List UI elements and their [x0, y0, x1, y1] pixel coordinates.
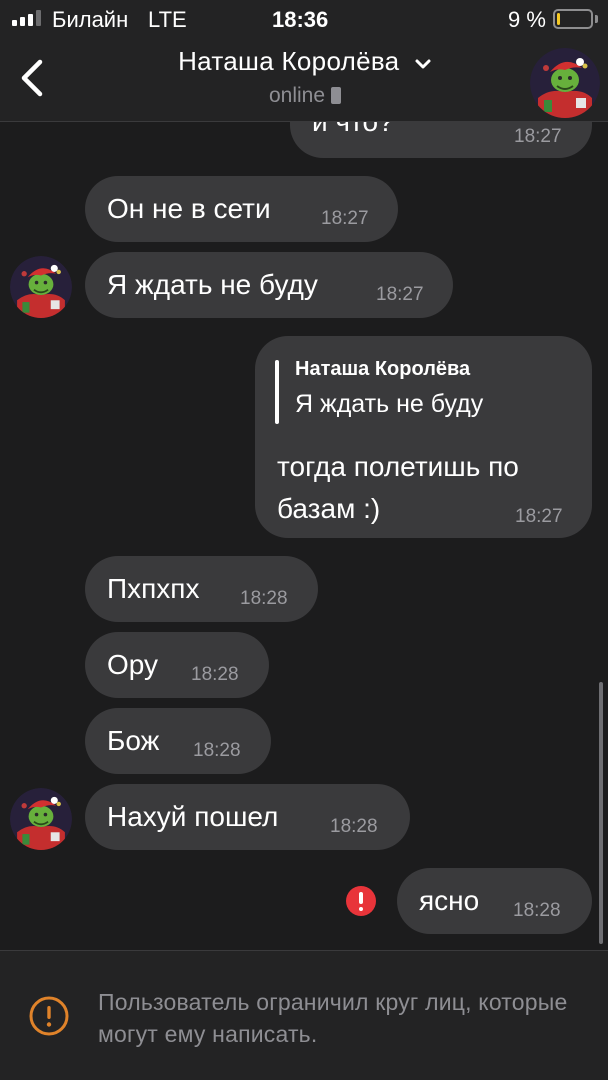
error-icon[interactable] [346, 886, 376, 916]
chevron-left-icon [21, 59, 43, 97]
chevron-down-icon [415, 59, 431, 69]
battery-icon [553, 9, 593, 29]
restriction-notice: Пользователь ограничил круг лиц, которые… [0, 950, 608, 1080]
chat-header: Наташа Королёва online [0, 40, 608, 122]
scroll-indicator[interactable] [599, 682, 603, 944]
avatar-image [10, 256, 72, 318]
message-time: 18:28 [513, 900, 561, 921]
chat-screen: Билайн LTE 18:36 9 % Наташа Королёва onl… [0, 0, 608, 1080]
sender-avatar[interactable] [10, 256, 72, 318]
message-bubble-incoming[interactable]: Пхпхпх 18:28 [85, 556, 318, 622]
message-time: 18:27 [376, 284, 424, 305]
message-bubble-incoming[interactable]: Ору 18:28 [85, 632, 269, 698]
phone-icon [331, 87, 342, 104]
message-text: и что? [312, 122, 394, 138]
network-type: LTE [148, 7, 187, 32]
message-time: 18:28 [240, 588, 288, 609]
battery-percent: 9 % [508, 7, 546, 32]
message-text: Нахуй пошел [107, 801, 279, 832]
message-text: Ору [107, 649, 159, 680]
message-list[interactable]: и что? 18:27 Он не в сети 18:27 [0, 122, 608, 948]
battery-cap [595, 15, 598, 23]
message-time: 18:28 [191, 664, 239, 685]
chat-title: Наташа Королёва [178, 46, 400, 76]
message-bubble-outgoing[interactable]: ясно 18:28 [397, 868, 592, 934]
message-bubble-outgoing[interactable]: и что? 18:27 [290, 122, 592, 158]
message-time: 18:28 [193, 740, 241, 761]
message-time: 18:27 [515, 506, 563, 527]
message-bubble-incoming[interactable]: Он не в сети 18:27 [85, 176, 398, 242]
sender-avatar[interactable] [10, 788, 72, 850]
message-text: Я ждать не буду [107, 269, 318, 300]
warning-circle-icon [29, 996, 69, 1036]
presence-status: online [200, 84, 410, 108]
reply-quote-bar [275, 360, 279, 424]
message-bubble-incoming[interactable]: Бож 18:28 [85, 708, 271, 774]
message-text: Пхпхпх [107, 573, 200, 604]
message-bubble-outgoing-reply[interactable]: Наташа Королёва Я ждать не буду тогда по… [255, 336, 592, 538]
status-time: 18:36 [272, 7, 329, 32]
reply-text: Я ждать не буду [295, 390, 484, 418]
message-time: 18:27 [514, 126, 562, 147]
message-text: Бож [107, 725, 160, 756]
avatar-image [10, 788, 72, 850]
chat-title-button[interactable]: Наташа Королёва [130, 46, 480, 77]
message-text: Он не в сети [107, 193, 271, 224]
restriction-text: Пользователь ограничил круг лиц, которые… [98, 989, 568, 1047]
back-button[interactable] [14, 56, 54, 100]
message-time: 18:27 [321, 208, 369, 229]
carrier-name: Билайн [52, 7, 129, 32]
message-text: ясно [419, 885, 480, 916]
message-bubble-incoming[interactable]: Я ждать не буду 18:27 [85, 252, 453, 318]
presence-text: online [268, 84, 326, 107]
signal-strength-icon [12, 10, 41, 26]
avatar-image [530, 48, 600, 118]
reply-author: Наташа Королёва [295, 358, 471, 380]
battery-level [557, 13, 560, 25]
message-bubble-incoming[interactable]: Нахуй пошел 18:28 [85, 784, 410, 850]
message-time: 18:28 [330, 816, 378, 837]
header-avatar[interactable] [530, 48, 600, 118]
status-bar: Билайн LTE 18:36 9 % [0, 0, 608, 40]
